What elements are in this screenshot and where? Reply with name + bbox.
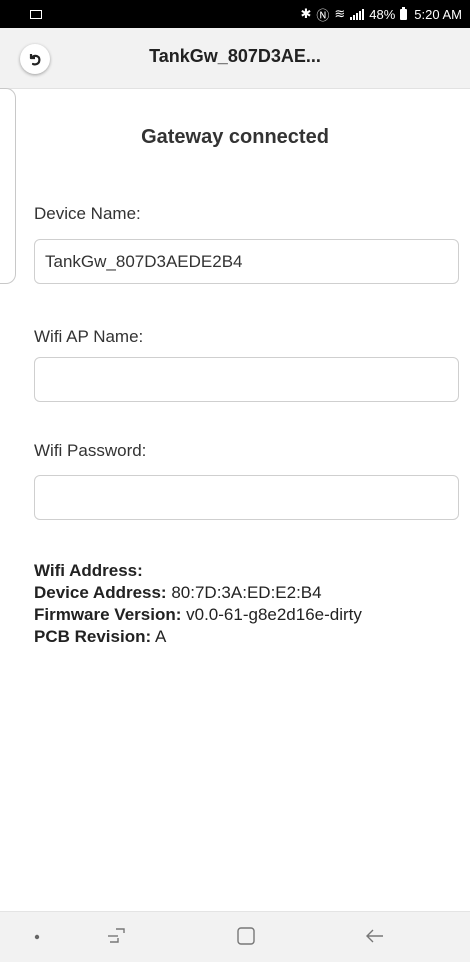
wifi-password-input[interactable] [34, 475, 459, 520]
device-address-value: 80:7D:3A:ED:E2:B4 [171, 583, 322, 602]
device-info: Wifi Address: Device Address: 80:7D:3A:E… [34, 560, 362, 648]
dot-icon [34, 934, 40, 940]
device-name-label: Device Name: [34, 204, 141, 223]
page-title: TankGw_807D3AE... [149, 46, 321, 66]
wifi-address-label: Wifi Address: [34, 561, 143, 580]
drawer-handle[interactable] [0, 88, 16, 284]
wifi-ap-name-input[interactable] [34, 357, 459, 402]
back-nav-button[interactable] [364, 926, 386, 946]
app-header: TankGw_807D3AE... [0, 28, 470, 89]
connection-status-heading: Gateway connected [141, 126, 329, 148]
system-nav-bar [0, 911, 470, 962]
signal-icon [350, 8, 365, 20]
back-nav-icon [366, 929, 383, 943]
wifi-icon: ≋ [334, 6, 346, 21]
device-name-input[interactable] [34, 239, 459, 284]
firmware-version-value: v0.0-61-g8e2d16e-dirty [186, 605, 362, 624]
pcb-revision-row: PCB Revision: A [34, 626, 362, 648]
pcb-revision-label: PCB Revision: [34, 627, 152, 646]
battery-percent: 48% [369, 6, 396, 22]
battery-icon [400, 6, 408, 20]
device-address-row: Device Address: 80:7D:3A:ED:E2:B4 [34, 582, 362, 604]
home-icon [237, 927, 255, 945]
bluetooth-icon: ✱ [300, 6, 312, 21]
device-address-label: Device Address: [34, 583, 167, 602]
wifi-password-label: Wifi Password: [34, 441, 147, 460]
wifi-ap-name-label: Wifi AP Name: [34, 327, 144, 346]
pcb-revision-value: A [154, 627, 167, 646]
recent-apps-button[interactable] [106, 926, 128, 946]
firmware-version-row: Firmware Version: v0.0-61-g8e2d16e-dirty [34, 604, 362, 626]
recent-apps-icon [108, 928, 125, 943]
status-bar: ✱ Ⓝ ≋ 48% 5:20 AM [0, 0, 470, 28]
clock: 5:20 AM [414, 6, 462, 22]
status-right: ✱ Ⓝ ≋ 48% 5:20 AM [300, 5, 462, 24]
home-button[interactable] [236, 926, 256, 946]
firmware-version-label: Firmware Version: [34, 605, 182, 624]
nav-dot-button[interactable] [34, 934, 40, 940]
mail-notification-icon [30, 9, 42, 19]
wifi-address-row: Wifi Address: [34, 560, 362, 582]
nfc-icon: Ⓝ [316, 7, 330, 23]
